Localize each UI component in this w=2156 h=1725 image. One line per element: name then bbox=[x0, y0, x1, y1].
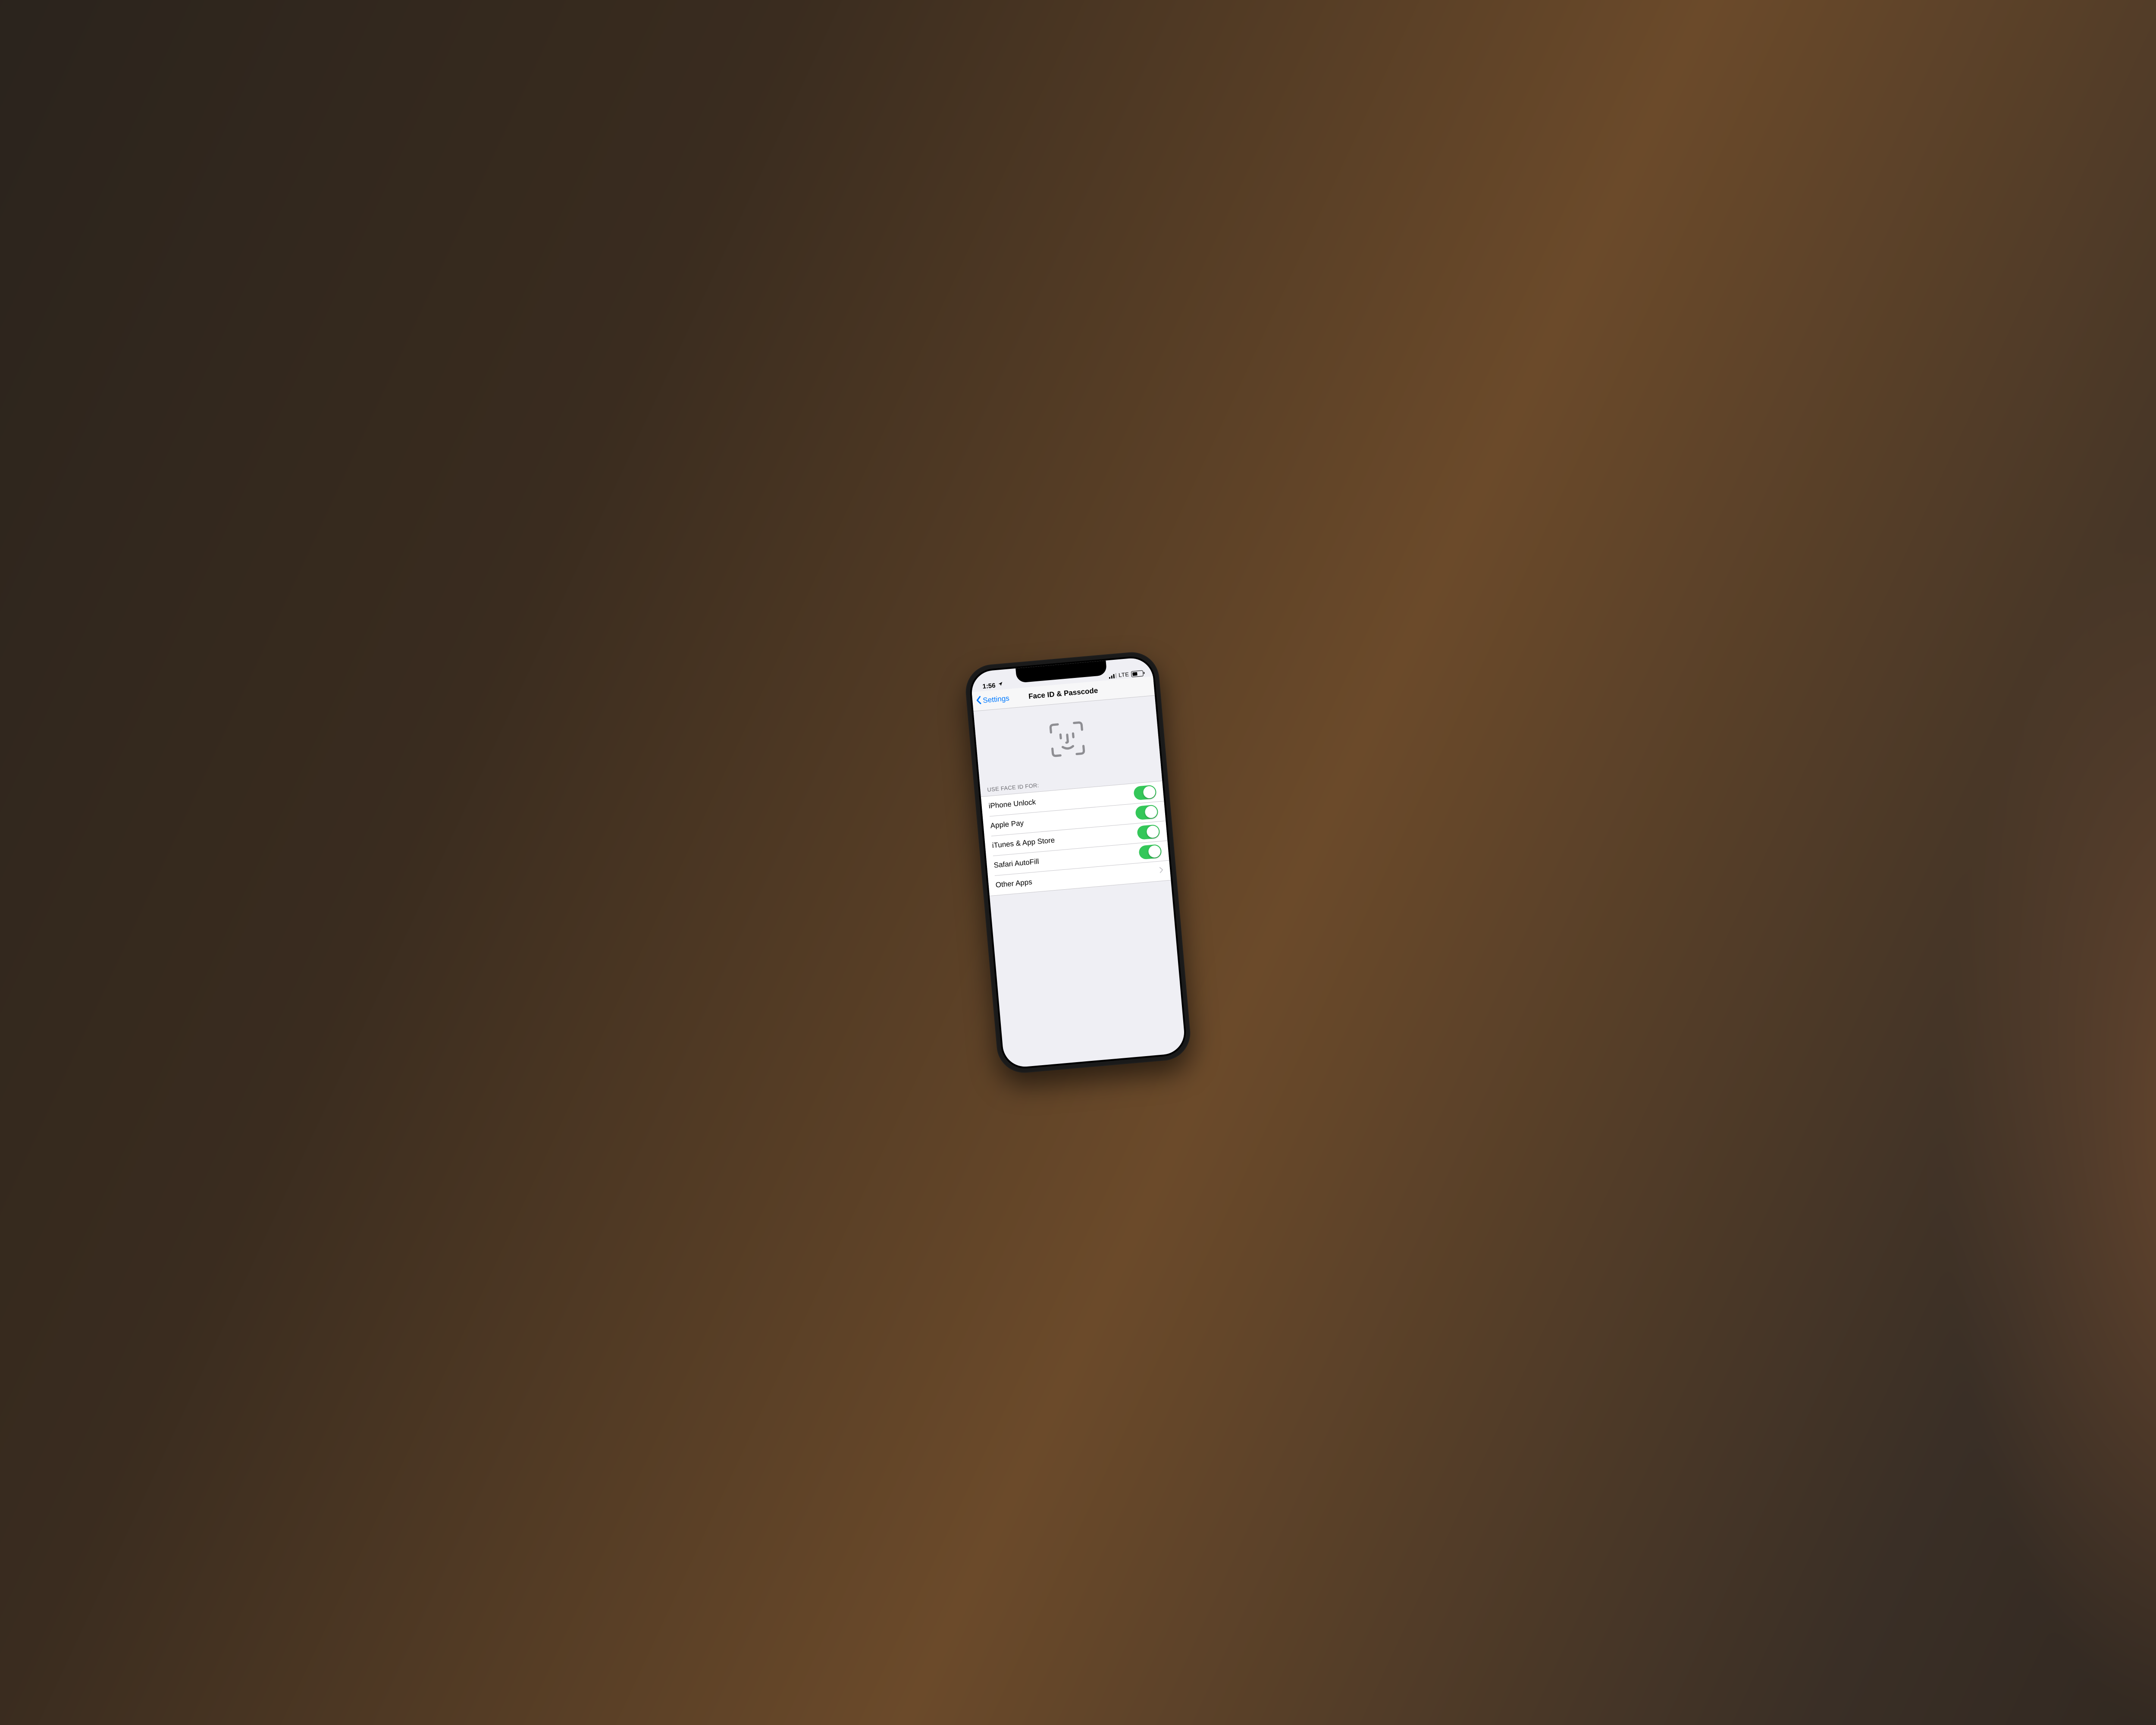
iphone-device-frame: 1:56 LTE bbox=[963, 650, 1192, 1075]
face-id-icon bbox=[1047, 719, 1087, 761]
cellular-signal-icon bbox=[1109, 673, 1117, 679]
settings-group-use-face-id: iPhone Unlock Apple Pay iTunes & App Sto… bbox=[981, 781, 1171, 896]
toggle-safari-autofill[interactable] bbox=[1138, 844, 1162, 859]
row-label: Other Apps bbox=[995, 878, 1032, 889]
toggle-iphone-unlock[interactable] bbox=[1133, 785, 1157, 800]
row-label: iTunes & App Store bbox=[992, 836, 1055, 850]
toggle-itunes-app-store[interactable] bbox=[1137, 824, 1160, 840]
network-type-label: LTE bbox=[1118, 671, 1129, 678]
toggle-apple-pay[interactable] bbox=[1135, 804, 1159, 820]
location-services-icon bbox=[998, 681, 1003, 688]
back-label: Settings bbox=[983, 694, 1010, 705]
row-label: Safari AutoFill bbox=[993, 857, 1039, 870]
status-time: 1:56 bbox=[982, 682, 996, 690]
disclosure-indicator bbox=[1159, 866, 1164, 875]
row-label: Apple Pay bbox=[990, 819, 1024, 831]
back-button[interactable]: Settings bbox=[975, 689, 1010, 711]
battery-icon bbox=[1131, 670, 1144, 677]
chevron-left-icon bbox=[975, 696, 981, 707]
page-title: Face ID & Passcode bbox=[1028, 686, 1098, 701]
iphone-screen: 1:56 LTE bbox=[970, 656, 1186, 1068]
chevron-right-icon bbox=[1159, 866, 1164, 875]
row-label: iPhone Unlock bbox=[988, 798, 1036, 810]
